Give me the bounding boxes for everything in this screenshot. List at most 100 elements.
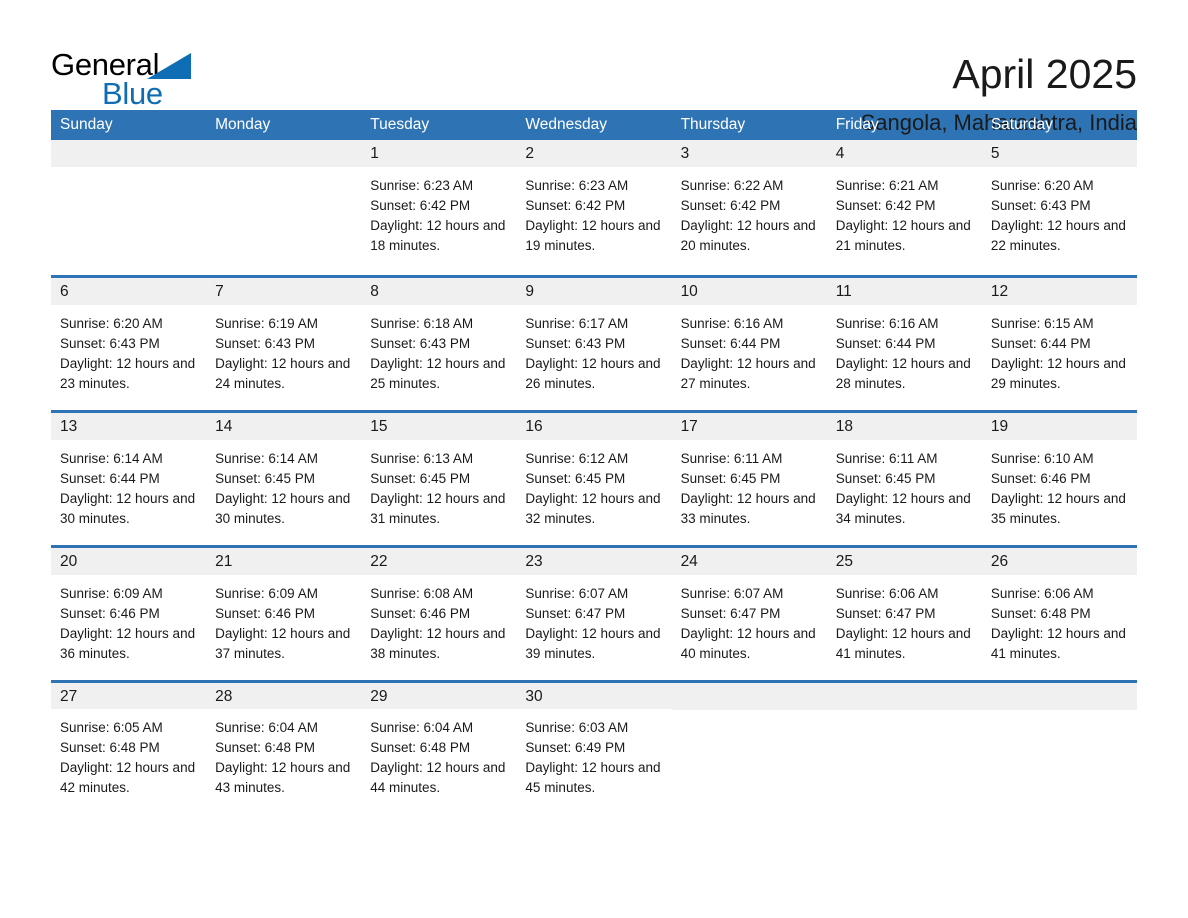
sunset-text: Sunset: 6:48 PM: [60, 740, 160, 755]
sunset-text: Sunset: 6:44 PM: [680, 336, 781, 351]
day-cell[interactable]: 19 Sunrise: 6:10 AM Sunset: 6:46 PM Dayligh…: [981, 413, 1137, 545]
sunset-text: Sunset: 6:46 PM: [215, 606, 315, 621]
day-cell[interactable]: 15 Sunrise: 6:13 AM Sunset: 6:45 PM Dayligh…: [361, 413, 517, 545]
sunset-text: Sunset: 6:42 PM: [835, 198, 936, 213]
daylight-text: Daylight: 12 hours and 24 minutes.: [215, 356, 351, 391]
day-number: 7: [206, 278, 362, 305]
day-number: 29: [361, 683, 517, 709]
weekday-header-tuesday: Tuesday: [370, 116, 430, 133]
day-details: Sunrise: 6:11 AM Sunset: 6:45 PM Daylight:…: [827, 440, 982, 529]
day-cell[interactable]: 1 Sunrise: 6:23 AM Sunset: 6:42 PM Daylight…: [361, 140, 517, 275]
sunrise-text: Sunrise: 6:13 AM: [370, 451, 474, 466]
day-cell[interactable]: 4 Sunrise: 6:21 AM Sunset: 6:42 PM Daylight…: [826, 140, 982, 275]
day-number: 19: [981, 413, 1137, 440]
day-cell[interactable]: 18 Sunrise: 6:11 AM Sunset: 6:45 PM Dayligh…: [826, 413, 982, 545]
sunrise-text: Sunrise: 6:10 AM: [990, 451, 1094, 466]
day-number: 26: [981, 548, 1137, 575]
day-details: Sunrise: 6:04 AM Sunset: 6:48 PM Daylight:…: [361, 709, 516, 798]
sunrise-text: Sunrise: 6:11 AM: [835, 451, 938, 466]
day-number: [671, 683, 827, 710]
day-details: Sunrise: 6:09 AM Sunset: 6:46 PM Daylight:…: [51, 575, 206, 664]
sunset-text: Sunset: 6:43 PM: [525, 336, 626, 351]
day-cell[interactable]: 28 Sunrise: 6:04 AM Sunset: 6:48 PM Dayligh…: [206, 683, 362, 798]
day-details: Sunrise: 6:14 AM Sunset: 6:45 PM Daylight:…: [206, 440, 361, 529]
calendar-table: Sunday Monday Tuesday Wednesday Thursday Frid…: [51, 110, 1137, 798]
daylight-text: Daylight: 12 hours and 21 minutes.: [835, 218, 971, 253]
calendar-week-row: 1 Sunrise: 6:23 AM Sunset: 6:42 PM Daylight…: [51, 140, 1137, 275]
day-cell-empty: [826, 683, 982, 798]
day-details: Sunrise: 6:23 AM Sunset: 6:42 PM Daylight:…: [516, 167, 671, 256]
sunset-text: Sunset: 6:48 PM: [215, 740, 315, 755]
day-details: [672, 710, 827, 719]
daylight-text: Daylight: 12 hours and 27 minutes.: [680, 356, 816, 391]
sunset-text: Sunset: 6:48 PM: [990, 606, 1091, 621]
day-cell[interactable]: 10 Sunrise: 6:16 AM Sunset: 6:44 PM Dayligh…: [671, 278, 827, 410]
sunrise-text: Sunrise: 6:04 AM: [215, 720, 318, 735]
sunset-text: Sunset: 6:45 PM: [835, 471, 936, 486]
day-details: Sunrise: 6:18 AM Sunset: 6:43 PM Daylight:…: [361, 305, 516, 394]
day-number: 24: [671, 548, 827, 575]
daylight-text: Daylight: 12 hours and 30 minutes.: [215, 491, 351, 526]
day-cell[interactable]: 22 Sunrise: 6:08 AM Sunset: 6:46 PM Dayligh…: [361, 548, 517, 680]
day-cell[interactable]: 24 Sunrise: 6:07 AM Sunset: 6:47 PM Dayligh…: [671, 548, 827, 680]
sunrise-text: Sunrise: 6:16 AM: [680, 316, 784, 331]
day-cell[interactable]: 11 Sunrise: 6:16 AM Sunset: 6:44 PM Dayligh…: [826, 278, 982, 410]
day-cell[interactable]: 21 Sunrise: 6:09 AM Sunset: 6:46 PM Dayligh…: [206, 548, 362, 680]
day-cell[interactable]: 3 Sunrise: 6:22 AM Sunset: 6:42 PM Daylight…: [671, 140, 827, 275]
day-number: 16: [516, 413, 672, 440]
day-cell[interactable]: 25 Sunrise: 6:06 AM Sunset: 6:47 PM Dayligh…: [826, 548, 982, 680]
sunset-text: Sunset: 6:46 PM: [990, 471, 1091, 486]
day-cell[interactable]: 16 Sunrise: 6:12 AM Sunset: 6:45 PM Dayligh…: [516, 413, 672, 545]
calendar-week-row: 27 Sunrise: 6:05 AM Sunset: 6:48 PM Dayligh…: [51, 680, 1137, 798]
day-cell[interactable]: 26 Sunrise: 6:06 AM Sunset: 6:48 PM Dayligh…: [981, 548, 1137, 680]
daylight-text: Daylight: 12 hours and 36 minutes.: [60, 626, 196, 661]
day-cell[interactable]: 29 Sunrise: 6:04 AM Sunset: 6:48 PM Dayligh…: [361, 683, 517, 798]
day-cell[interactable]: 2 Sunrise: 6:23 AM Sunset: 6:42 PM Daylight…: [516, 140, 672, 275]
day-details: Sunrise: 6:14 AM Sunset: 6:44 PM Daylight:…: [51, 440, 206, 529]
sunrise-text: Sunrise: 6:19 AM: [215, 316, 318, 331]
sunset-text: Sunset: 6:47 PM: [525, 606, 626, 621]
day-cell[interactable]: 9 Sunrise: 6:17 AM Sunset: 6:43 PM Daylight…: [516, 278, 672, 410]
day-cell[interactable]: 7 Sunrise: 6:19 AM Sunset: 6:43 PM Daylight…: [206, 278, 362, 410]
sunrise-text: Sunrise: 6:18 AM: [370, 316, 474, 331]
daylight-text: Daylight: 12 hours and 37 minutes.: [215, 626, 351, 661]
sunset-text: Sunset: 6:46 PM: [370, 606, 471, 621]
calendar-page: General Blue April 2025 Sangola, Maharas…: [0, 0, 1188, 918]
sunrise-text: Sunrise: 6:05 AM: [60, 720, 163, 735]
day-number: [51, 140, 207, 167]
day-number: 13: [51, 413, 207, 440]
day-details: Sunrise: 6:22 AM Sunset: 6:42 PM Daylight:…: [672, 167, 827, 256]
daylight-text: Daylight: 12 hours and 32 minutes.: [525, 491, 661, 526]
daylight-text: Daylight: 12 hours and 29 minutes.: [990, 356, 1126, 391]
daylight-text: Daylight: 12 hours and 26 minutes.: [525, 356, 661, 391]
sunset-text: Sunset: 6:42 PM: [370, 198, 471, 213]
day-cell[interactable]: 5 Sunrise: 6:20 AM Sunset: 6:43 PM Daylight…: [981, 140, 1137, 275]
day-number: 3: [671, 140, 827, 167]
day-cell[interactable]: 20 Sunrise: 6:09 AM Sunset: 6:46 PM Dayligh…: [51, 548, 207, 680]
daylight-text: Daylight: 12 hours and 41 minutes.: [990, 626, 1126, 661]
sunrise-text: Sunrise: 6:20 AM: [990, 178, 1094, 193]
day-cell[interactable]: 6 Sunrise: 6:20 AM Sunset: 6:43 PM Daylight…: [51, 278, 207, 410]
day-details: [982, 710, 1137, 719]
day-cell[interactable]: 13 Sunrise: 6:14 AM Sunset: 6:44 PM Dayligh…: [51, 413, 207, 545]
daylight-text: Daylight: 12 hours and 22 minutes.: [990, 218, 1126, 253]
sunrise-text: Sunrise: 6:07 AM: [680, 586, 784, 601]
day-number: 8: [361, 278, 517, 305]
day-cell[interactable]: 12 Sunrise: 6:15 AM Sunset: 6:44 PM Dayligh…: [981, 278, 1137, 410]
day-cell[interactable]: 8 Sunrise: 6:18 AM Sunset: 6:43 PM Daylight…: [361, 278, 517, 410]
day-number: 10: [671, 278, 827, 305]
day-cell[interactable]: 30 Sunrise: 6:03 AM Sunset: 6:49 PM Dayligh…: [516, 683, 672, 798]
day-cell[interactable]: 27 Sunrise: 6:05 AM Sunset: 6:48 PM Dayligh…: [51, 683, 207, 798]
day-details: Sunrise: 6:11 AM Sunset: 6:45 PM Daylight:…: [672, 440, 827, 529]
sunset-text: Sunset: 6:42 PM: [525, 198, 626, 213]
daylight-text: Daylight: 12 hours and 44 minutes.: [370, 760, 506, 795]
day-cell[interactable]: 17 Sunrise: 6:11 AM Sunset: 6:45 PM Dayligh…: [671, 413, 827, 545]
sunrise-text: Sunrise: 6:22 AM: [680, 178, 784, 193]
calendar-weeks: 1 Sunrise: 6:23 AM Sunset: 6:42 PM Daylight…: [51, 140, 1137, 798]
day-cell[interactable]: 14 Sunrise: 6:14 AM Sunset: 6:45 PM Dayligh…: [206, 413, 362, 545]
sunrise-text: Sunrise: 6:09 AM: [215, 586, 318, 601]
day-cell[interactable]: 23 Sunrise: 6:07 AM Sunset: 6:47 PM Dayligh…: [516, 548, 672, 680]
day-number: 30: [516, 683, 672, 709]
day-details: Sunrise: 6:12 AM Sunset: 6:45 PM Daylight:…: [516, 440, 671, 529]
generalblue-logo[interactable]: General Blue: [51, 48, 201, 112]
